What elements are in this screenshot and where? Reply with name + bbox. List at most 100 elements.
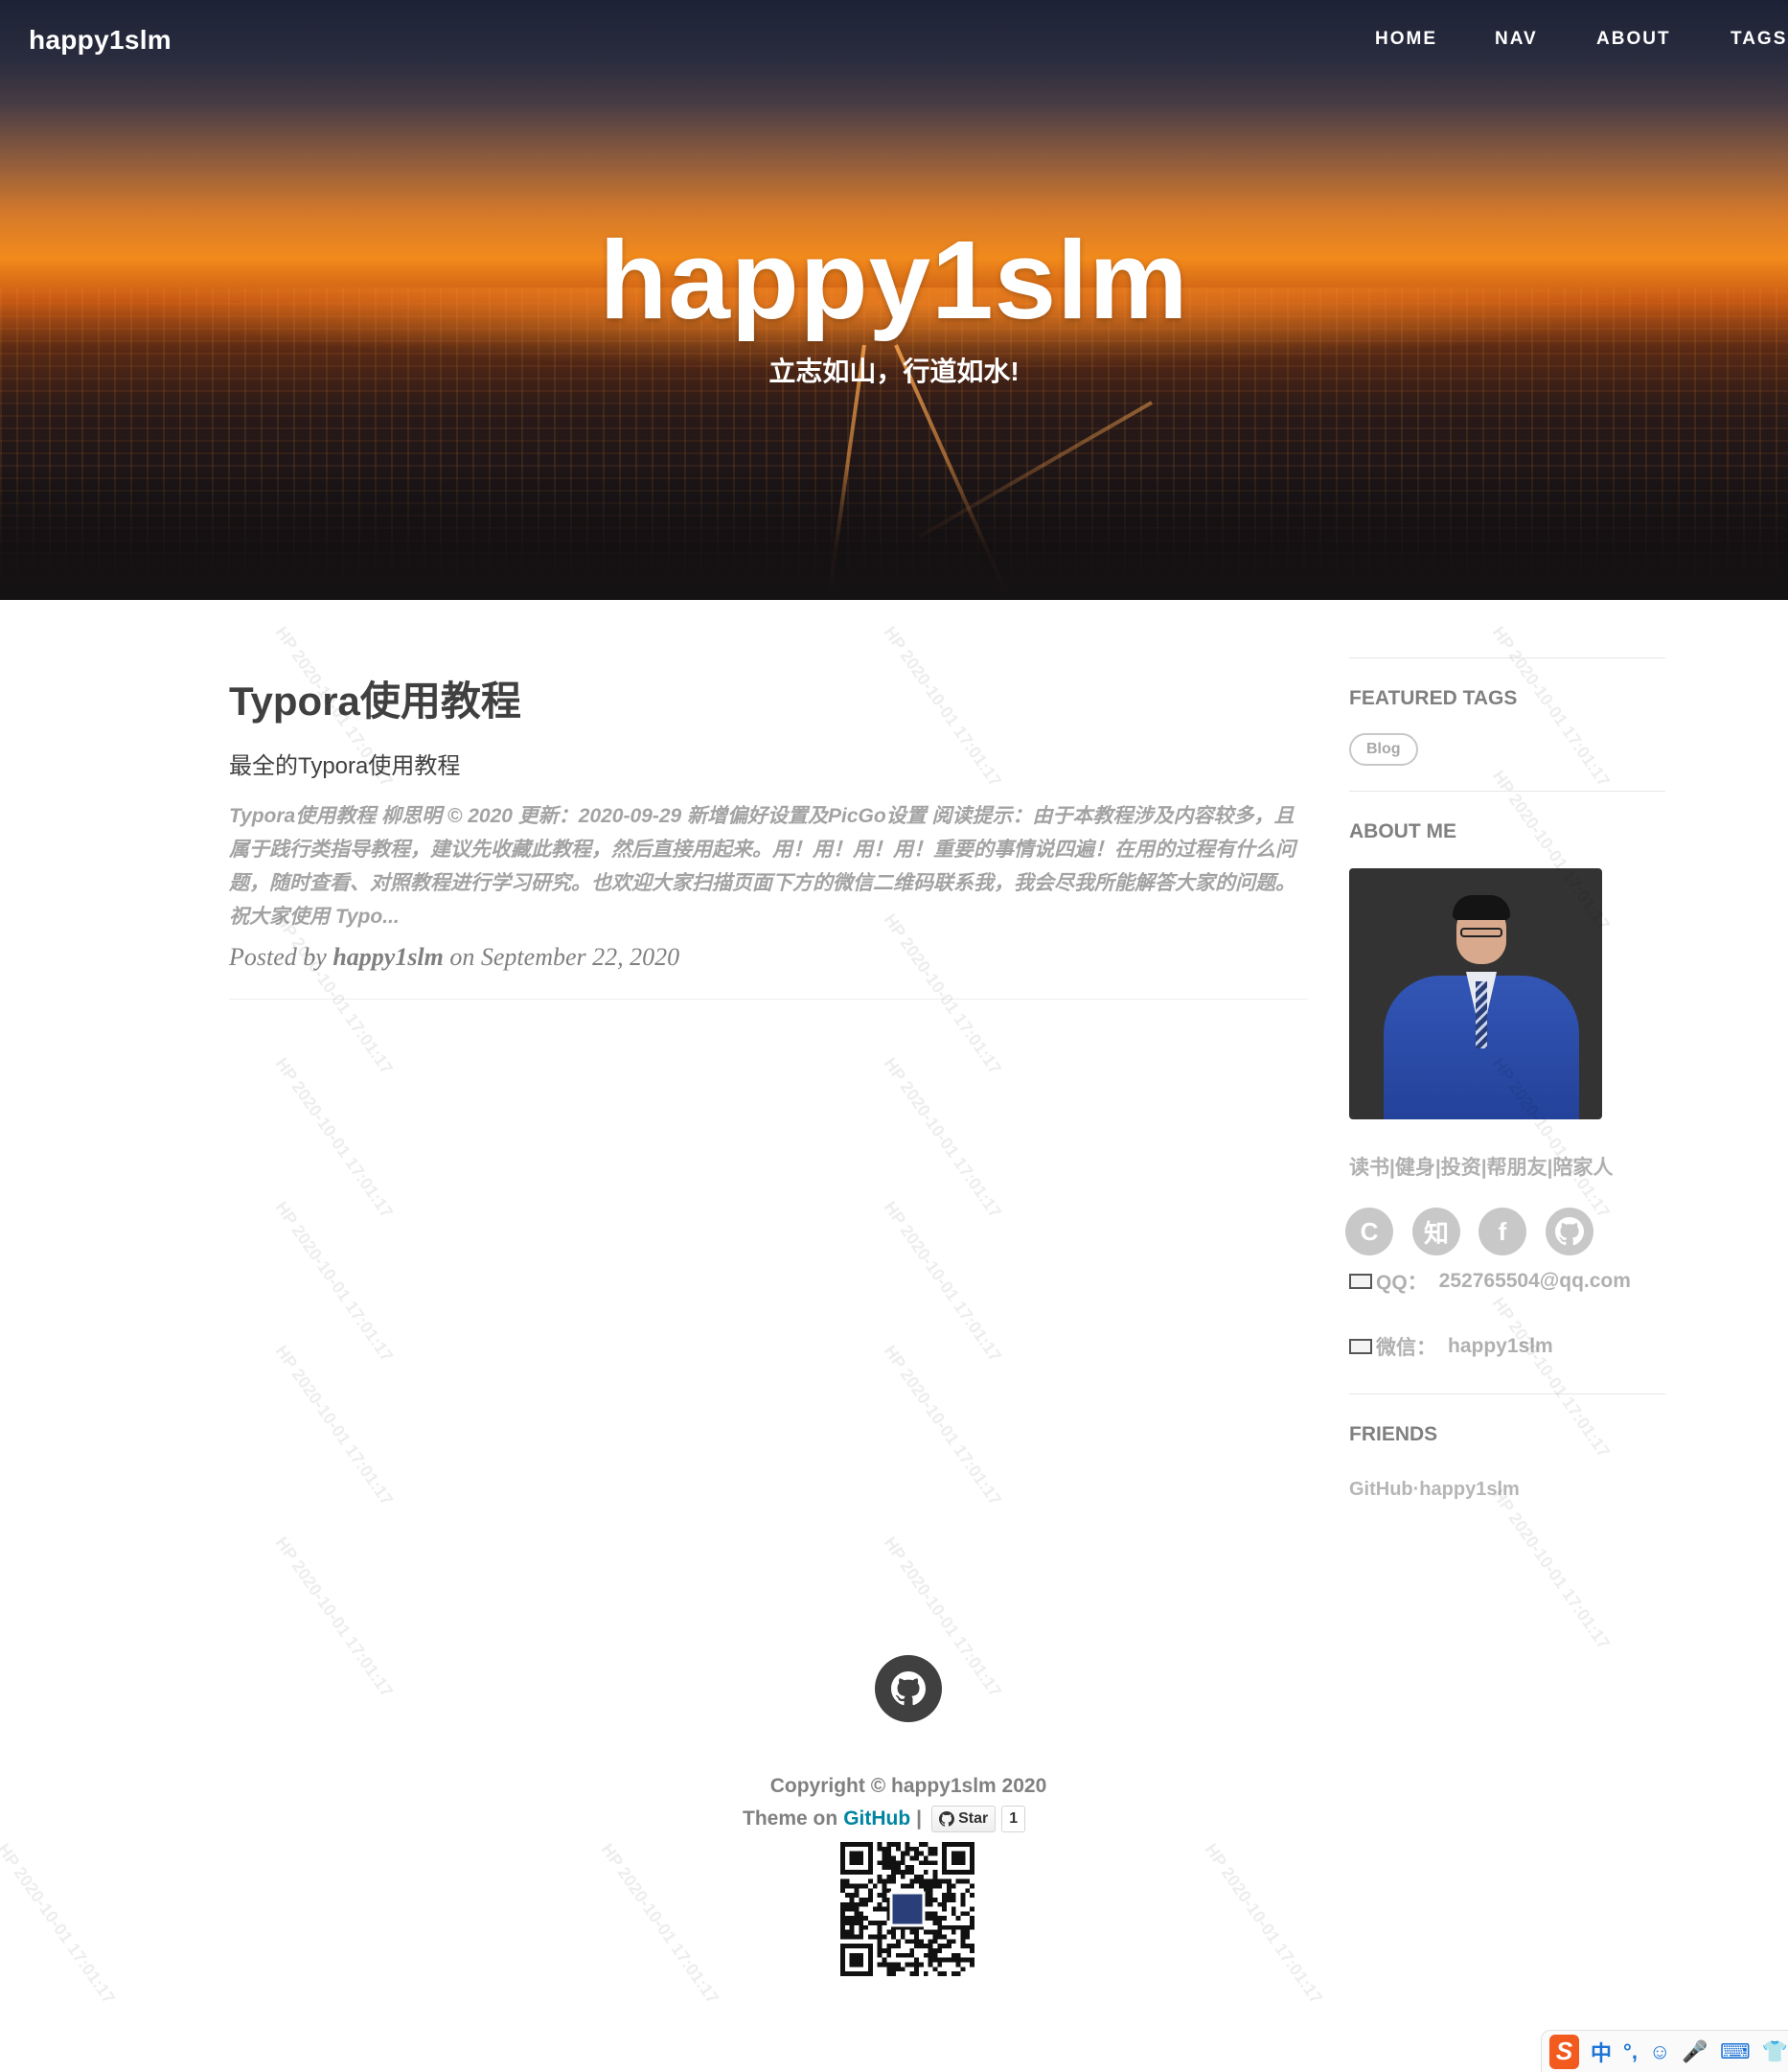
qr-module: [895, 1860, 901, 1866]
qr-module: [900, 1851, 905, 1856]
qr-module: [854, 1916, 860, 1922]
qq-value[interactable]: 252765504@qq.com: [1439, 1270, 1631, 1293]
qr-module: [947, 1924, 951, 1930]
qr-module: [895, 1962, 901, 1968]
qr-module: [923, 1860, 928, 1866]
ime-mic-icon[interactable]: 🎤: [1682, 2039, 1708, 2064]
qr-module: [849, 1906, 855, 1912]
envelope-icon: [1349, 1339, 1372, 1354]
qr-module: [928, 1878, 933, 1884]
nav-about[interactable]: ABOUT: [1596, 29, 1671, 50]
qr-module: [886, 1855, 892, 1861]
ime-punct-icon[interactable]: °,: [1623, 2039, 1638, 2064]
post-title[interactable]: Typora使用教程: [229, 669, 1308, 727]
theme-github-link[interactable]: GitHub: [843, 1807, 910, 1830]
qr-module: [882, 1921, 887, 1925]
post-excerpt[interactable]: Typora使用教程 柳思明 © 2020 更新：2020-09-29 新增偏好…: [229, 799, 1308, 933]
nav-home[interactable]: HOME: [1375, 29, 1437, 50]
social-links: C 知 f: [1345, 1208, 1665, 1261]
qr-module: [965, 1924, 971, 1930]
qr-module: [909, 1869, 915, 1875]
avatar: [1349, 868, 1602, 1119]
qr-module: [863, 1883, 868, 1889]
qr-module: [923, 1855, 928, 1861]
nav-nav[interactable]: NAV: [1495, 29, 1538, 50]
qr-module: [844, 1929, 850, 1935]
qr-module: [914, 1929, 920, 1935]
github-icon[interactable]: [1546, 1208, 1593, 1255]
tag-blog[interactable]: Blog: [1349, 733, 1418, 766]
ime-toolbar[interactable]: S 中 °, ☺ 🎤 ⌨ 👕: [1541, 2030, 1788, 2072]
watermark-text: HP 2020-10-01 17:01:17: [880, 1198, 1006, 1366]
qr-module: [877, 1846, 883, 1852]
qr-module: [914, 1971, 920, 1976]
qr-module: [942, 1934, 948, 1940]
qr-module: [877, 1929, 883, 1935]
qr-module: [849, 1897, 855, 1902]
friends-heading: FRIENDS: [1349, 1423, 1438, 1445]
qr-module: [951, 1897, 956, 1902]
qr-module: [932, 1939, 938, 1945]
qr-module: [900, 1929, 905, 1935]
qr-module: [928, 1939, 933, 1945]
qr-module: [886, 1865, 892, 1870]
qr-module: [970, 1962, 974, 1968]
qr-module: [932, 1911, 938, 1917]
qr-module: [965, 1878, 971, 1884]
qr-module: [905, 1883, 910, 1889]
ime-mode-icon[interactable]: 中: [1591, 2037, 1612, 2067]
qr-module: [928, 1897, 933, 1902]
qr-module: [882, 1934, 887, 1940]
facebook-icon[interactable]: f: [1479, 1208, 1526, 1255]
qr-module: [937, 1944, 943, 1949]
qr-module: [937, 1962, 943, 1968]
qr-module: [955, 1924, 961, 1930]
sogou-ime-logo[interactable]: S: [1549, 2034, 1580, 2069]
qr-module: [923, 1878, 928, 1884]
qr-module: [877, 1939, 883, 1945]
watermark-text: HP 2020-10-01 17:01:17: [271, 1533, 398, 1701]
qr-module: [891, 1934, 896, 1940]
star-count[interactable]: 1: [1001, 1806, 1026, 1832]
qr-module: [960, 1897, 966, 1902]
ime-emoji-icon[interactable]: ☺: [1649, 2039, 1670, 2064]
qr-module: [867, 1888, 873, 1894]
qr-module: [923, 1944, 928, 1949]
qr-module: [877, 1948, 883, 1953]
qr-module: [914, 1962, 920, 1968]
ime-skin-icon[interactable]: 👕: [1762, 2039, 1788, 2064]
watermark-text: HP 2020-10-01 17:01:17: [271, 1198, 398, 1366]
post-date: September 22, 2020: [480, 943, 680, 971]
qr-module: [900, 1952, 905, 1958]
post-preview[interactable]: Typora使用教程 最全的Typora使用教程 Typora使用教程 柳思明 …: [229, 669, 1308, 972]
github-star-button[interactable]: Star: [931, 1806, 997, 1832]
qr-module: [886, 1842, 892, 1847]
qr-module: [840, 1929, 845, 1935]
qr-module: [914, 1967, 920, 1972]
qr-module: [965, 1957, 971, 1963]
qr-module: [951, 1929, 956, 1935]
envelope-icon: [1349, 1274, 1372, 1289]
sidebar-divider: [1349, 1393, 1665, 1394]
nav-tags[interactable]: TAGS: [1731, 29, 1787, 50]
qr-module: [895, 1842, 901, 1847]
qr-module: [937, 1957, 943, 1963]
csdn-icon[interactable]: C: [1345, 1208, 1393, 1255]
qr-module: [886, 1874, 892, 1879]
post-meta-on: on: [449, 943, 475, 971]
qr-module: [900, 1967, 905, 1972]
qr-module: [849, 1916, 855, 1922]
qr-module: [900, 1874, 905, 1879]
ime-keyboard-icon[interactable]: ⌨: [1720, 2039, 1751, 2064]
qr-module: [844, 1934, 850, 1940]
qr-module: [937, 1924, 943, 1930]
watermark-text: HP 2020-10-01 17:01:17: [0, 1840, 120, 2008]
qr-module: [859, 1883, 864, 1889]
zhihu-icon[interactable]: 知: [1412, 1208, 1460, 1255]
qr-module: [951, 1906, 956, 1912]
qr-module: [951, 1952, 956, 1958]
qr-module: [947, 1897, 951, 1902]
contact-wechat: 微信： happy1slm: [1349, 1332, 1665, 1361]
qr-module: [914, 1939, 920, 1945]
footer-github-icon[interactable]: [875, 1655, 942, 1722]
